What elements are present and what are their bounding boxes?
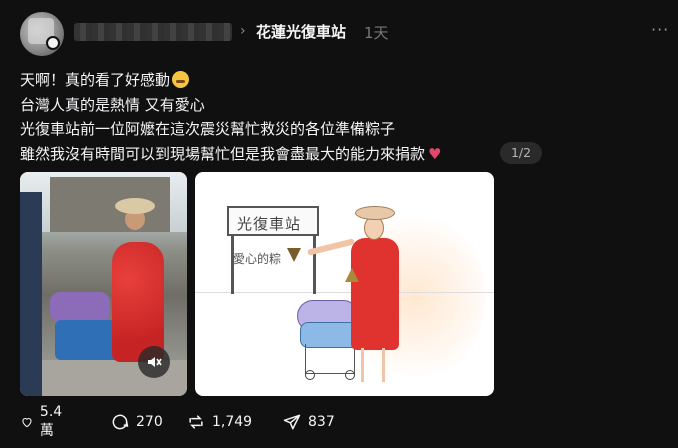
video-thumbnail[interactable] <box>20 172 187 396</box>
more-icon[interactable]: ··· <box>651 20 669 39</box>
heart-emoji-icon: ♥ <box>428 144 442 163</box>
illustration-image[interactable]: 光復車站 愛心的粽 <box>195 172 494 396</box>
share-count: 837 <box>308 414 335 430</box>
station-sign: 光復車站 <box>227 206 319 236</box>
post-line: 台灣人真的是熱情 又有愛心 <box>20 95 205 114</box>
post-line: 天啊！真的看了好感動 <box>20 68 660 93</box>
repost-count: 1,749 <box>212 414 253 430</box>
post-header: › 花蓮光復車站 1天 ··· <box>0 0 678 64</box>
share-button[interactable]: 837 <box>282 410 335 434</box>
crying-face-icon <box>172 71 190 88</box>
post-body: 天啊！真的看了好感動 台灣人真的是熱情 又有愛心 光復車站前一位阿嬤在這次震災幫… <box>20 68 660 166</box>
post-line: 雖然我沒有時間可以到現場幫忙但是我會盡最大的能力來捐款 ♥ <box>20 144 442 163</box>
like-count: 5.4 萬 <box>39 404 63 439</box>
comment-icon <box>112 414 129 430</box>
heart-icon <box>22 418 32 428</box>
post-timestamp[interactable]: 1天 <box>364 22 389 43</box>
mute-icon[interactable] <box>138 346 170 378</box>
repost-icon <box>189 415 203 429</box>
send-icon <box>283 414 301 430</box>
follow-badge-icon[interactable] <box>46 36 60 50</box>
post-line: 光復車站前一位阿嬤在這次震災幫忙救災的各位準備粽子 <box>20 120 396 138</box>
illustration-scribble: 愛心的粽 <box>233 252 282 266</box>
comment-count: 270 <box>136 414 163 430</box>
username-redacted[interactable] <box>74 23 232 41</box>
page-name-link[interactable]: 花蓮光復車站 <box>256 21 346 42</box>
media-page-indicator: 1/2 <box>500 142 542 164</box>
repost-button[interactable]: 1,749 <box>186 410 252 434</box>
like-button[interactable]: 5.4 萬 <box>20 404 68 439</box>
avatar[interactable] <box>20 12 64 56</box>
chevron-right-icon: › <box>240 23 246 39</box>
comment-button[interactable]: 270 <box>110 410 163 434</box>
